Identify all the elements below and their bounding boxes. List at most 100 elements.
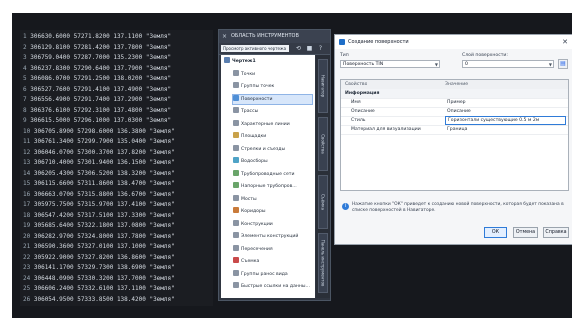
toolspace-palette: × ОБЛАСТЬ ИНСТРУМЕНТОВ Просмотр активног… xyxy=(218,29,331,301)
close-icon[interactable]: × xyxy=(222,33,229,40)
tree-node-icon xyxy=(233,107,239,113)
cancel-button[interactable]: Отмена xyxy=(513,227,538,238)
column-header-value: Значение xyxy=(445,82,469,87)
property-value[interactable]: Граница xyxy=(445,125,568,134)
dialog-title-bar[interactable]: Создание поверхности ✕ xyxy=(335,35,572,49)
tree-item[interactable]: Напорные трубопров... xyxy=(233,182,312,191)
tree-item[interactable]: Съемка xyxy=(233,257,312,266)
tree-item[interactable]: Характерные линии xyxy=(233,119,312,129)
line-number: 4 xyxy=(23,64,27,72)
listing-line: 12 306046.0700 57300.3700 137.8200 "Земл… xyxy=(23,148,175,158)
tree-item-label: Трубопроводные сети xyxy=(241,171,295,177)
tree-item-label: Напорные трубопров... xyxy=(241,184,297,189)
tree-item[interactable]: Коридоры xyxy=(233,207,312,216)
point-record: 306129.8100 57281.4200 137.7800 "Земля" xyxy=(30,43,172,51)
line-number: 21 xyxy=(23,243,31,250)
tree-item[interactable]: Трассы xyxy=(233,107,312,116)
tree-item[interactable]: Точки xyxy=(233,69,312,79)
type-value: Поверхность TIN xyxy=(343,62,384,67)
save-icon[interactable]: ■ xyxy=(306,45,313,52)
tree-item[interactable]: Стрелки и съезды xyxy=(233,144,312,154)
tree-node-icon xyxy=(233,182,239,188)
line-number: 7 xyxy=(23,96,27,103)
tree-item[interactable]: Трубопроводные сети xyxy=(233,169,312,179)
tree-item[interactable]: Чертеж1 xyxy=(224,57,312,66)
palette-title-bar[interactable]: × ОБЛАСТЬ ИНСТРУМЕНТОВ xyxy=(219,30,330,43)
surface-layer-value: 0 xyxy=(465,62,468,67)
point-record: 306710.4000 57301.9400 136.1500 "Земля" xyxy=(33,159,175,166)
listing-line: 24 306448.0900 57330.3200 137.7000 "Земл… xyxy=(23,274,175,284)
property-name: Стиль xyxy=(351,118,366,123)
tree-item-label: Съемка xyxy=(241,259,260,264)
line-number: 6 xyxy=(23,85,27,93)
point-record: 306615.5000 57296.1000 137.0300 "Земля" xyxy=(30,117,172,124)
tree-node-icon xyxy=(233,94,239,101)
tree-item-label: Площадки xyxy=(241,134,267,139)
point-record: 306630.6000 57271.8200 137.1100 "Земля" xyxy=(30,33,172,40)
info-icon: i xyxy=(342,203,349,210)
refresh-icon[interactable]: ⟲ xyxy=(295,45,302,52)
point-record: 306606.2400 57332.6100 137.1100 "Земля" xyxy=(33,285,175,292)
listing-line: 20 306282.9700 57324.8000 137.7800 "Земл… xyxy=(23,232,175,242)
view-dropdown[interactable]: Просмотр активного чертежа xyxy=(221,45,289,52)
line-number: 14 xyxy=(23,169,31,177)
listing-line: 11 306761.3400 57299.7900 135.0400 "Земл… xyxy=(23,137,175,147)
tree-item-label: Пересечения xyxy=(241,246,273,252)
palette-side-tab[interactable]: Съёмка xyxy=(318,175,328,229)
line-number: 25 xyxy=(23,285,31,292)
tree-item[interactable]: Конструкции xyxy=(233,219,312,229)
tree-item[interactable]: Пересечения xyxy=(233,244,312,254)
line-number: 20 xyxy=(23,232,31,240)
help-button[interactable]: Справка xyxy=(543,227,569,238)
listing-line: 23 306141.1700 57329.7300 138.6900 "Земл… xyxy=(23,263,175,273)
tree-node-icon xyxy=(233,257,239,263)
line-number: 24 xyxy=(23,274,31,282)
point-record: 306141.1700 57329.7300 138.6900 "Земля" xyxy=(33,264,175,271)
listing-line: 8 306376.6100 57292.3100 137.4800 "Земля… xyxy=(23,106,171,116)
tree-node-icon xyxy=(233,244,239,251)
palette-side-tab[interactable]: Свойства xyxy=(318,117,328,171)
point-record: 306759.0400 57287.7000 135.2300 "Земля" xyxy=(30,54,172,61)
tree-node-icon xyxy=(233,269,239,276)
point-record: 306527.7600 57291.4100 137.4900 "Земля" xyxy=(30,85,172,93)
grid-property-row[interactable]: Материал для визуализации Граница xyxy=(341,125,568,135)
help-icon[interactable]: ? xyxy=(317,45,324,52)
tree-item-label: Трассы xyxy=(241,109,259,114)
listing-line: 26 306054.9500 57333.8500 138.4200 "Земл… xyxy=(23,295,175,305)
point-record: 306086.0700 57291.2500 138.0200 "Земля" xyxy=(30,75,172,82)
property-value[interactable]: Пример xyxy=(445,98,568,107)
palette-side-tab[interactable]: Навигатор xyxy=(318,59,328,113)
tree-item[interactable]: Элементы конструкций xyxy=(233,232,312,241)
line-number: 12 xyxy=(23,148,31,156)
surface-layer-field[interactable]: 0 ▼ xyxy=(462,60,554,68)
layer-picker-button[interactable]: ▤ xyxy=(558,59,568,69)
tree-item[interactable]: Группы точек xyxy=(233,82,312,91)
property-name: Информация xyxy=(345,91,380,96)
tree-node-icon xyxy=(233,219,239,226)
property-value[interactable]: Описание xyxy=(445,107,568,116)
tree-item[interactable]: Группы ранос вида xyxy=(233,269,312,279)
tree-node-icon xyxy=(233,144,239,151)
point-record: 305922.9000 57327.8200 136.8600 "Земля" xyxy=(33,253,175,261)
side-tab-label: Съёмка xyxy=(320,194,326,210)
property-value[interactable]: Горизонтали существующие 0.5 м 2м xyxy=(445,116,566,125)
tree-item[interactable]: Поверхности xyxy=(232,93,313,105)
type-select[interactable]: Поверхность TIN ▼ xyxy=(340,60,440,68)
dialog-title: Создание поверхности xyxy=(348,39,409,45)
tree-node-icon xyxy=(233,169,239,176)
listing-line: 25 306606.2400 57332.6100 137.1100 "Земл… xyxy=(23,284,175,294)
listing-line: 3 306759.0400 57287.7000 135.2300 "Земля… xyxy=(23,53,171,63)
ok-button[interactable]: ОК xyxy=(484,227,507,238)
tree-item[interactable]: Площадки xyxy=(233,132,312,141)
point-record: 306556.4900 57291.7400 137.2900 "Земля" xyxy=(30,96,172,103)
tree-item[interactable]: Водосборы xyxy=(233,157,312,166)
app-logo-icon xyxy=(339,39,345,45)
tree-item[interactable]: Мосты xyxy=(233,194,312,204)
line-number: 15 xyxy=(23,180,31,187)
close-icon[interactable]: ✕ xyxy=(562,35,568,49)
line-number: 17 xyxy=(23,201,31,208)
point-record: 306046.0700 57300.3700 137.8200 "Земля" xyxy=(33,148,175,156)
tree-item[interactable]: Быстрые ссылки на данны... xyxy=(233,282,312,291)
palette-side-tab[interactable]: Панель инструментов xyxy=(318,233,328,293)
tree-node-icon xyxy=(224,57,230,63)
